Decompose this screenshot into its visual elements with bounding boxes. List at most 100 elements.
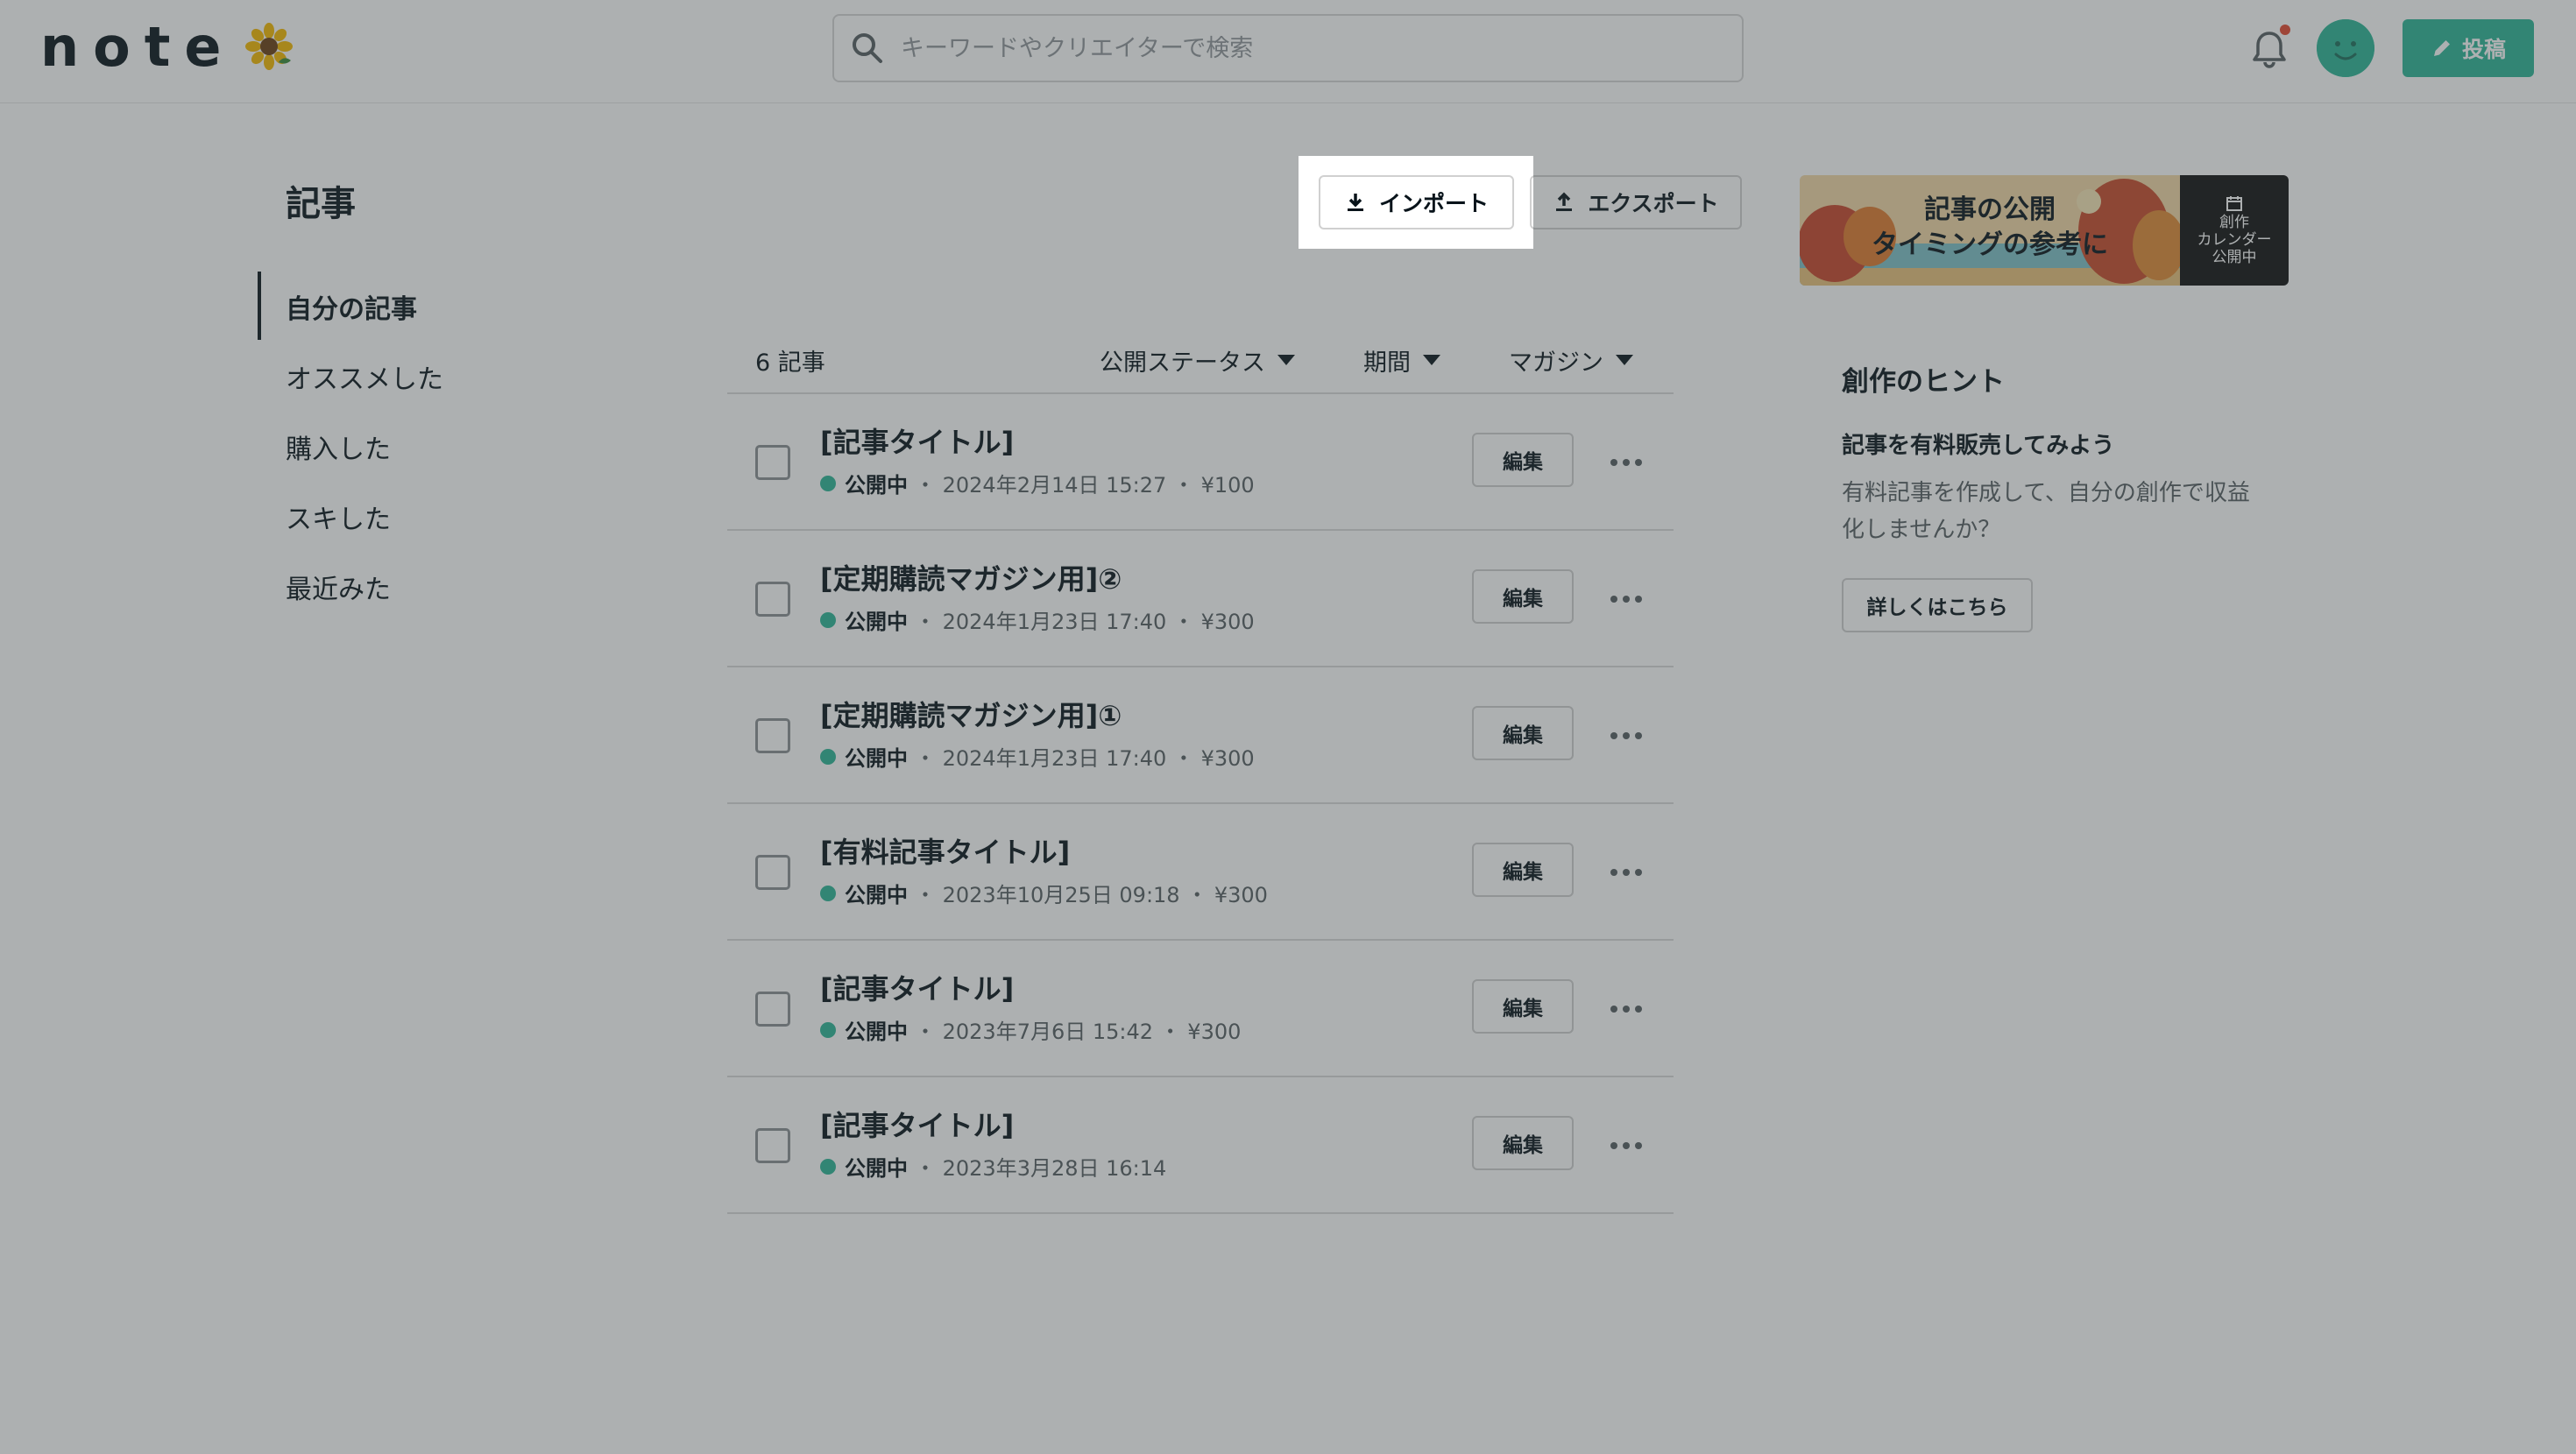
row-checkbox[interactable] bbox=[755, 855, 790, 890]
article-title[interactable]: [有料記事タイトル] bbox=[820, 830, 1070, 871]
sidebar-item-recommended[interactable]: オススメした bbox=[258, 342, 608, 412]
article-row: [定期購読マガジン用]② 公開中 ・ 2024年1月23日 17:40 ・ ¥3… bbox=[727, 531, 1674, 667]
row-checkbox[interactable] bbox=[755, 718, 790, 753]
calendar-icon bbox=[2226, 196, 2242, 211]
status-label: 公開中 bbox=[845, 746, 908, 771]
post-button[interactable]: 投稿 bbox=[2403, 19, 2534, 77]
article-meta: 公開中 ・ 2023年7月6日 15:42 ・ ¥300 bbox=[820, 1014, 1241, 1045]
row-checkbox[interactable] bbox=[755, 1128, 790, 1163]
sidebar-item-my-articles[interactable]: 自分の記事 bbox=[258, 272, 608, 342]
import-button[interactable]: インポート bbox=[1319, 175, 1514, 229]
sidebar-item-label: 最近みた bbox=[286, 575, 391, 605]
more-options-icon[interactable] bbox=[1603, 1128, 1649, 1163]
article-title[interactable]: [記事タイトル] bbox=[820, 967, 1014, 1007]
articles-header: 6 記事 公開ステータス 期間 マガジン bbox=[727, 328, 1674, 394]
creation-calendar-banner[interactable]: 記事の公開 タイミングの参考に 創作 カレンダー 公開中 bbox=[1800, 175, 2289, 286]
article-meta: 公開中 ・ 2023年10月25日 09:18 ・ ¥300 bbox=[820, 878, 1268, 908]
filter-bar: 公開ステータス 期間 マガジン bbox=[1100, 343, 1633, 378]
status-label: 公開中 bbox=[845, 610, 908, 634]
post-button-label: 投稿 bbox=[2461, 37, 2506, 62]
article-row: [記事タイトル] 公開中 ・ 2023年3月28日 16:14 編集 bbox=[727, 1077, 1674, 1214]
banner-side-label: 創作 カレンダー 公開中 bbox=[2180, 175, 2289, 286]
status-label: 公開中 bbox=[845, 883, 908, 907]
more-options-icon[interactable] bbox=[1603, 445, 1649, 480]
status-dot bbox=[820, 1158, 836, 1175]
filter-status[interactable]: 公開ステータス bbox=[1100, 343, 1295, 378]
status-dot bbox=[820, 885, 836, 901]
more-options-icon[interactable] bbox=[1603, 718, 1649, 753]
hints-body: 有料記事を作成して、自分の創作で収益化しませんか？ bbox=[1842, 480, 2250, 543]
note-logo[interactable]: note bbox=[40, 19, 294, 75]
banner-side-line: カレンダー bbox=[2197, 231, 2272, 249]
filter-label: 期間 bbox=[1363, 349, 1411, 377]
row-checkbox[interactable] bbox=[755, 582, 790, 617]
edit-button[interactable]: 編集 bbox=[1472, 569, 1574, 624]
banner-line: 記事の公開 bbox=[1924, 194, 2056, 225]
articles-panel: 6 記事 公開ステータス 期間 マガジン [記事タイトル] 公開中 ・ 2024… bbox=[657, 258, 1744, 1275]
export-button[interactable]: エクスポート bbox=[1530, 175, 1742, 229]
banner-side-line: 創作 bbox=[2219, 214, 2249, 231]
row-checkbox[interactable] bbox=[755, 992, 790, 1027]
article-title[interactable]: [記事タイトル] bbox=[820, 420, 1014, 461]
learn-more-button[interactable]: 詳しくはこちら bbox=[1842, 578, 2033, 632]
article-count: 6 記事 bbox=[755, 349, 825, 377]
creation-hints-card: 創作のヒント 記事を有料販売してみよう 有料記事を作成して、自分の創作で収益化し… bbox=[1800, 315, 2289, 674]
logo-text: note bbox=[40, 15, 236, 79]
edit-button[interactable]: 編集 bbox=[1472, 843, 1574, 897]
article-title[interactable]: [定期購読マガジン用]① bbox=[820, 694, 1122, 734]
status-dot bbox=[820, 1021, 836, 1038]
article-list: [記事タイトル] 公開中 ・ 2024年2月14日 15:27 ・ ¥100 編… bbox=[727, 394, 1674, 1214]
caret-down-icon bbox=[1277, 355, 1295, 365]
edit-button[interactable]: 編集 bbox=[1472, 433, 1574, 487]
sidebar-nav: 自分の記事 オススメした 購入した スキした 最近みた bbox=[258, 272, 608, 622]
page: note キーワードやクリエイターで検索 投稿 記事 自分の記事 オススメした … bbox=[0, 0, 2576, 1454]
status-label: 公開中 bbox=[845, 1020, 908, 1044]
article-date-price: ・ 2023年10月25日 09:18 ・ ¥300 bbox=[915, 883, 1268, 907]
article-meta: 公開中 ・ 2024年1月23日 17:40 ・ ¥300 bbox=[820, 741, 1255, 772]
article-date-price: ・ 2023年7月6日 15:42 ・ ¥300 bbox=[915, 1020, 1242, 1044]
article-meta: 公開中 ・ 2024年2月14日 15:27 ・ ¥100 bbox=[820, 468, 1255, 498]
article-date-price: ・ 2024年1月23日 17:40 ・ ¥300 bbox=[915, 746, 1255, 771]
status-dot bbox=[820, 475, 836, 491]
article-meta: 公開中 ・ 2023年3月28日 16:14 bbox=[820, 1151, 1166, 1182]
filter-magazine[interactable]: マガジン bbox=[1509, 343, 1633, 378]
article-date-price: ・ 2023年3月28日 16:14 bbox=[915, 1156, 1167, 1181]
filter-label: 公開ステータス bbox=[1100, 349, 1265, 377]
sidebar-item-label: オススメした bbox=[286, 364, 443, 395]
article-date-price: ・ 2024年1月23日 17:40 ・ ¥300 bbox=[915, 610, 1255, 634]
sidebar-item-liked[interactable]: スキした bbox=[258, 482, 608, 552]
search-icon bbox=[853, 33, 882, 63]
notification-badge bbox=[2278, 23, 2292, 37]
sidebar-item-purchased[interactable]: 購入した bbox=[258, 412, 608, 482]
article-title[interactable]: [定期購読マガジン用]② bbox=[820, 557, 1122, 597]
article-date-price: ・ 2024年2月14日 15:27 ・ ¥100 bbox=[915, 473, 1255, 498]
edit-button[interactable]: 編集 bbox=[1472, 706, 1574, 760]
sidebar-item-label: スキした bbox=[286, 505, 391, 535]
banner-headline: 記事の公開 タイミングの参考に bbox=[1800, 193, 2180, 263]
edit-button[interactable]: 編集 bbox=[1472, 979, 1574, 1034]
hints-subtitle: 記事を有料販売してみよう bbox=[1842, 433, 2115, 459]
sidebar-item-label: 自分の記事 bbox=[286, 294, 417, 325]
more-options-icon[interactable] bbox=[1603, 582, 1649, 617]
avatar[interactable] bbox=[2317, 19, 2374, 77]
article-row: [有料記事タイトル] 公開中 ・ 2023年10月25日 09:18 ・ ¥30… bbox=[727, 804, 1674, 941]
filter-period[interactable]: 期間 bbox=[1363, 343, 1440, 378]
sidebar-item-recently-viewed[interactable]: 最近みた bbox=[258, 552, 608, 622]
caret-down-icon bbox=[1423, 355, 1440, 365]
article-title[interactable]: [記事タイトル] bbox=[820, 1104, 1014, 1144]
upload-icon bbox=[1556, 192, 1573, 211]
more-options-icon[interactable] bbox=[1603, 992, 1649, 1027]
banner-side-line: 公開中 bbox=[2212, 249, 2257, 266]
status-label: 公開中 bbox=[845, 1156, 908, 1181]
search-box[interactable] bbox=[832, 14, 1744, 82]
search-input[interactable] bbox=[901, 18, 1742, 79]
more-options-icon[interactable] bbox=[1603, 855, 1649, 890]
banner-line: タイミングの参考に bbox=[1872, 229, 2108, 260]
article-meta: 公開中 ・ 2024年1月23日 17:40 ・ ¥300 bbox=[820, 604, 1255, 635]
download-icon bbox=[1347, 194, 1363, 211]
page-title: 記事 bbox=[286, 184, 356, 224]
edit-button[interactable]: 編集 bbox=[1472, 1116, 1574, 1170]
row-checkbox[interactable] bbox=[755, 445, 790, 480]
sidebar-item-label: 購入した bbox=[286, 434, 391, 465]
import-button-label: インポート bbox=[1378, 191, 1489, 216]
